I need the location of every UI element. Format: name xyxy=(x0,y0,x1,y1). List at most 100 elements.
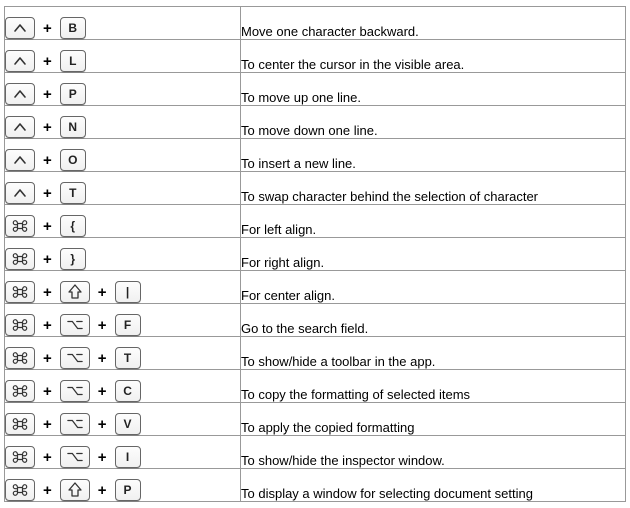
key-l: L xyxy=(60,50,86,72)
plus-icon: + xyxy=(41,318,54,333)
command-key-icon xyxy=(5,479,35,501)
control-key-icon xyxy=(5,50,35,72)
plus-icon: + xyxy=(41,483,54,498)
control-key-icon xyxy=(5,149,35,171)
shortcut-description: To show/hide a toolbar in the app. xyxy=(241,337,626,370)
command-key-icon xyxy=(5,380,35,402)
shortcut-keys-cell: +T xyxy=(5,172,241,205)
control-key-icon xyxy=(5,182,35,204)
shortcut-description: To display a window for selecting docume… xyxy=(241,469,626,502)
shortcut-description: For right align. xyxy=(241,238,626,271)
table-row: ++VTo apply the copied formatting xyxy=(5,403,626,436)
shift-key-icon xyxy=(60,281,90,303)
plus-icon: + xyxy=(96,351,109,366)
plus-icon: + xyxy=(96,318,109,333)
table-row: +}For right align. xyxy=(5,238,626,271)
plus-icon: + xyxy=(41,153,54,168)
command-key-icon xyxy=(5,413,35,435)
table-row: ++PTo display a window for selecting doc… xyxy=(5,469,626,502)
shortcut-table-body: +BMove one character backward.+LTo cente… xyxy=(5,7,626,502)
plus-icon: + xyxy=(41,285,54,300)
table-row: +PTo move up one line. xyxy=(5,73,626,106)
shortcut-keys-cell: + + | xyxy=(5,271,241,304)
shortcut-keys-cell: +B xyxy=(5,7,241,40)
option-key-icon xyxy=(60,446,90,468)
plus-icon: + xyxy=(41,186,54,201)
key-i: I xyxy=(115,446,141,468)
shortcut-description: To copy the formatting of selected items xyxy=(241,370,626,403)
shortcut-description: To center the cursor in the visible area… xyxy=(241,40,626,73)
plus-icon: + xyxy=(41,54,54,69)
key-n: N xyxy=(60,116,86,138)
plus-icon: + xyxy=(41,417,54,432)
plus-icon: + xyxy=(41,252,54,267)
option-key-icon xyxy=(60,347,90,369)
control-key-icon xyxy=(5,116,35,138)
shortcut-table: +BMove one character backward.+LTo cente… xyxy=(4,6,626,502)
key-{: { xyxy=(60,215,86,237)
shortcut-keys-cell: ++P xyxy=(5,469,241,502)
shortcut-description: Go to the search field. xyxy=(241,304,626,337)
plus-icon: + xyxy=(41,21,54,36)
key-|: | xyxy=(115,281,141,303)
plus-icon: + xyxy=(96,384,109,399)
command-key-icon xyxy=(5,446,35,468)
plus-icon: + xyxy=(41,351,54,366)
shortcut-keys-cell: +N xyxy=(5,106,241,139)
shortcut-description: To insert a new line. xyxy=(241,139,626,172)
shortcut-description: Move one character backward. xyxy=(241,7,626,40)
command-key-icon xyxy=(5,248,35,270)
command-key-icon xyxy=(5,215,35,237)
plus-icon: + xyxy=(41,450,54,465)
shortcut-description: To show/hide the inspector window. xyxy=(241,436,626,469)
shortcut-description: To swap character behind the selection o… xyxy=(241,172,626,205)
shift-key-icon xyxy=(60,479,90,501)
shortcut-description: To apply the copied formatting xyxy=(241,403,626,436)
key-c: C xyxy=(115,380,141,402)
key-b: B xyxy=(60,17,86,39)
plus-icon: + xyxy=(41,384,54,399)
key-}: } xyxy=(60,248,86,270)
shortcut-keys-cell: + + T xyxy=(5,337,241,370)
shortcut-keys-cell: ++V xyxy=(5,403,241,436)
table-row: +{For left align. xyxy=(5,205,626,238)
command-key-icon xyxy=(5,281,35,303)
key-v: V xyxy=(115,413,141,435)
shortcut-keys-cell: + + I xyxy=(5,436,241,469)
shortcut-keys-cell: +} xyxy=(5,238,241,271)
key-f: F xyxy=(115,314,141,336)
table-row: + + T To show/hide a toolbar in the app. xyxy=(5,337,626,370)
table-row: + + F Go to the search field. xyxy=(5,304,626,337)
table-row: + + | For center align. xyxy=(5,271,626,304)
command-key-icon xyxy=(5,347,35,369)
plus-icon: + xyxy=(41,120,54,135)
table-row: + + C To copy the formatting of selected it… xyxy=(5,370,626,403)
shortcut-keys-cell: +{ xyxy=(5,205,241,238)
shortcut-description: For center align. xyxy=(241,271,626,304)
shortcut-keys-cell: +P xyxy=(5,73,241,106)
control-key-icon xyxy=(5,83,35,105)
plus-icon: + xyxy=(96,285,109,300)
shortcut-description: For left align. xyxy=(241,205,626,238)
key-p: P xyxy=(115,479,141,501)
plus-icon: + xyxy=(41,87,54,102)
control-key-icon xyxy=(5,17,35,39)
shortcut-keys-cell: +L xyxy=(5,40,241,73)
option-key-icon xyxy=(60,380,90,402)
table-row: +LTo center the cursor in the visible ar… xyxy=(5,40,626,73)
table-row: + + I To show/hide the inspector window. xyxy=(5,436,626,469)
table-row: +TTo swap character behind the selection… xyxy=(5,172,626,205)
shortcut-description: To move down one line. xyxy=(241,106,626,139)
table-row: +BMove one character backward. xyxy=(5,7,626,40)
command-key-icon xyxy=(5,314,35,336)
key-o: O xyxy=(60,149,86,171)
plus-icon: + xyxy=(41,219,54,234)
shortcut-keys-cell: + + F xyxy=(5,304,241,337)
key-t: T xyxy=(60,182,86,204)
key-p: P xyxy=(60,83,86,105)
plus-icon: + xyxy=(96,450,109,465)
shortcut-keys-cell: + + C xyxy=(5,370,241,403)
table-row: + O To insert a new line. xyxy=(5,139,626,172)
key-t: T xyxy=(115,347,141,369)
option-key-icon xyxy=(60,314,90,336)
